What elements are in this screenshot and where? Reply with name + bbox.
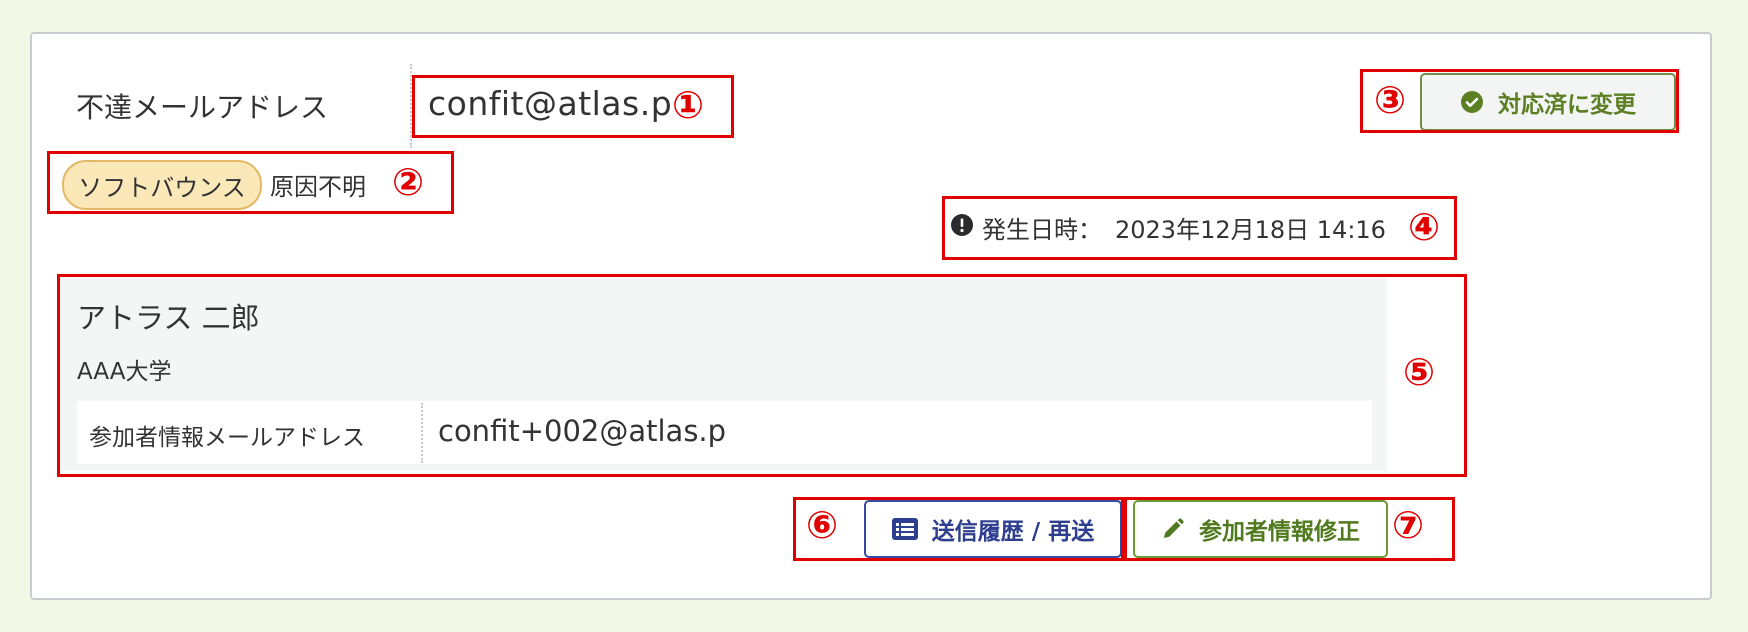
annotation-box-6 xyxy=(793,497,1124,561)
annotation-box-4 xyxy=(942,196,1457,260)
annotation-box-5 xyxy=(57,274,1467,477)
annotation-box-7 xyxy=(1124,497,1455,561)
annotation-number-1: ① xyxy=(672,83,705,127)
annotation-number-5: ⑤ xyxy=(1403,350,1436,394)
annotation-box-3 xyxy=(1360,69,1679,133)
annotation-number-2: ② xyxy=(392,160,425,204)
undelivered-email-label: 不達メールアドレス xyxy=(76,91,329,124)
